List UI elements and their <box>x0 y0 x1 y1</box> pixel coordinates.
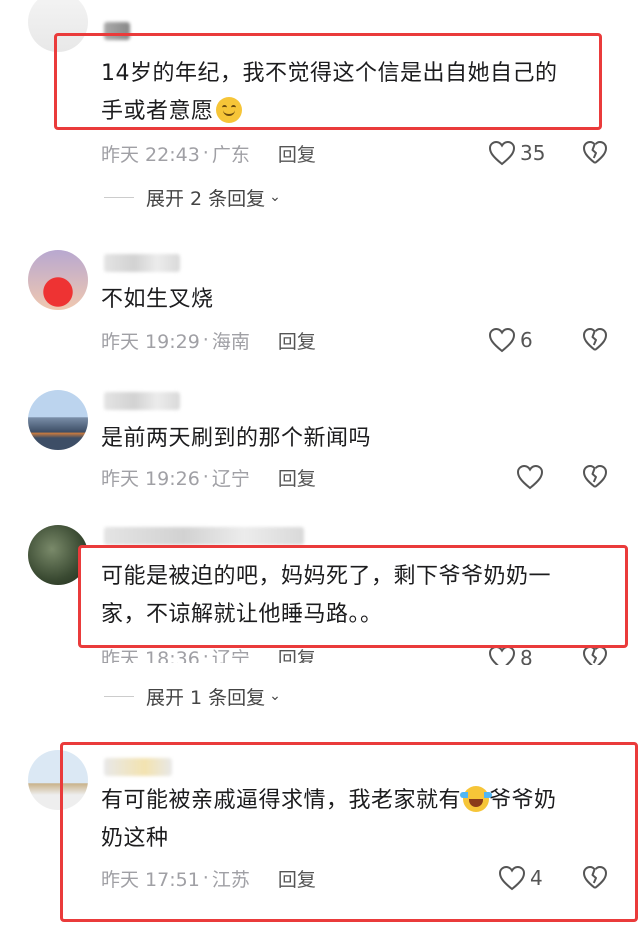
heart-outline-icon <box>488 140 516 166</box>
comment-2: 不如生叉烧 昨天 19:29 · 海南 回复 6 <box>0 240 640 370</box>
like-button[interactable] <box>516 462 548 492</box>
comment-actions: 35 <box>488 138 618 168</box>
username-redacted <box>104 392 180 410</box>
avatar[interactable] <box>28 0 88 52</box>
location: 广东 <box>211 143 250 166</box>
reply-button[interactable]: 回复 <box>278 644 316 664</box>
location: 海南 <box>211 330 250 353</box>
broken-heart-icon[interactable] <box>582 327 608 353</box>
location: 江苏 <box>211 868 250 891</box>
username-redacted <box>104 254 180 272</box>
broken-heart-icon[interactable] <box>582 464 608 490</box>
expand-replies-button[interactable]: 展开 1 条回复 ⌄ <box>104 682 281 710</box>
comment-text: 是前两天刷到的那个新闻吗 <box>101 426 372 451</box>
comment-actions: 4 <box>488 863 618 893</box>
comment-text: 有可能被亲戚逼得求情，我老家就有 爷爷奶 奶这种 <box>101 786 557 851</box>
like-count: 8 <box>520 646 533 665</box>
comment-3: 是前两天刷到的那个新闻吗 昨天 19:26 · 辽宁 回复 <box>0 380 640 510</box>
comment-actions: 6 <box>488 325 618 355</box>
avatar[interactable] <box>28 390 88 450</box>
comment-meta: 昨天 18:36 · 辽宁 回复 <box>101 639 316 663</box>
heart-outline-icon <box>488 645 516 665</box>
comment-meta: 昨天 19:26 · 辽宁 回复 <box>101 462 316 492</box>
reply-button[interactable]: 回复 <box>278 865 316 892</box>
comment-actions: 8 <box>488 645 618 665</box>
comment-1: 14岁的年纪，我不觉得这个信是出自她自己的 手或者意愿 昨天 22:43 · 广… <box>0 0 640 215</box>
timestamp: 昨天 19:29 <box>101 330 200 353</box>
timestamp: 昨天 19:26 <box>101 467 200 490</box>
avatar[interactable] <box>28 250 88 310</box>
chevron-down-icon: ⌄ <box>269 189 281 205</box>
comment-meta: 昨天 17:51 · 江苏 回复 <box>101 863 316 893</box>
heart-outline-icon <box>488 327 516 353</box>
username-redacted <box>104 527 304 545</box>
like-button[interactable]: 4 <box>498 863 543 893</box>
like-count: 4 <box>530 866 543 890</box>
avatar[interactable] <box>28 525 88 585</box>
broken-heart-icon[interactable] <box>582 865 608 891</box>
expand-replies-button[interactable]: 展开 2 条回复 ⌄ <box>104 183 281 211</box>
comment-text: 14岁的年纪，我不觉得这个信是出自她自己的 手或者意愿 <box>101 61 558 124</box>
broken-heart-icon[interactable] <box>582 645 608 665</box>
username-redacted <box>104 22 130 40</box>
like-count: 35 <box>520 141 546 165</box>
chevron-down-icon: ⌄ <box>269 688 281 704</box>
like-count: 6 <box>520 328 533 352</box>
comment-actions <box>488 462 618 492</box>
avatar[interactable] <box>28 750 88 810</box>
comment-text: 不如生叉烧 <box>101 287 214 312</box>
location: 辽宁 <box>211 647 250 664</box>
like-button[interactable]: 35 <box>488 138 545 168</box>
username-redacted <box>104 758 172 776</box>
like-button[interactable]: 8 <box>488 645 533 665</box>
like-button[interactable]: 6 <box>488 325 533 355</box>
broken-heart-icon[interactable] <box>582 140 608 166</box>
comment-meta: 昨天 19:29 · 海南 回复 <box>101 325 316 355</box>
location: 辽宁 <box>211 467 250 490</box>
comment-5: 有可能被亲戚逼得求情，我老家就有 爷爷奶 奶这种 昨天 17:51 · 江苏 回复… <box>0 730 640 942</box>
timestamp: 昨天 18:36 <box>101 647 200 664</box>
heart-outline-icon <box>516 464 544 490</box>
reply-button[interactable]: 回复 <box>278 140 316 167</box>
comment-meta: 昨天 22:43 · 广东 回复 <box>101 138 316 168</box>
crying-laughing-emoji-icon <box>460 786 493 812</box>
timestamp: 昨天 22:43 <box>101 143 200 166</box>
smiling-face-emoji-icon <box>215 97 242 123</box>
timestamp: 昨天 17:51 <box>101 868 200 891</box>
comment-text-boxed: 可能是被迫的吧，妈妈死了，剩下爷爷奶奶一 家，不谅解就让他睡马路。。 <box>101 564 552 627</box>
reply-button[interactable]: 回复 <box>278 464 316 491</box>
reply-button[interactable]: 回复 <box>278 327 316 354</box>
heart-outline-icon <box>498 865 526 891</box>
